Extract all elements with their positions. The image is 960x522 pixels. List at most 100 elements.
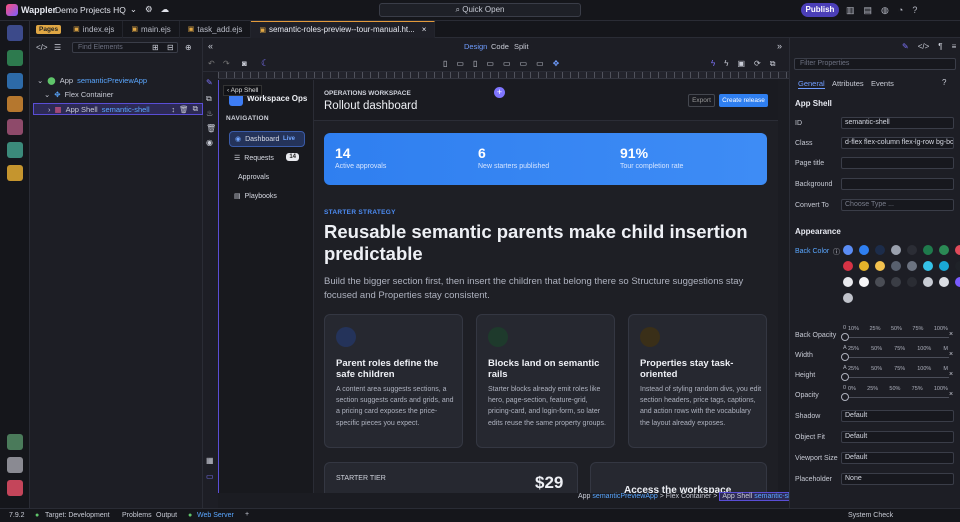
filter-properties-input[interactable]: Filter Properties xyxy=(794,58,956,70)
edit-icon[interactable]: ✎ xyxy=(902,42,909,51)
quick-open-button[interactable]: ⌕ Quick Open xyxy=(379,3,581,17)
viewport-size-select[interactable]: Default xyxy=(841,452,954,464)
design-icon[interactable] xyxy=(7,119,23,135)
tab-attributes[interactable]: Attributes xyxy=(832,79,864,88)
placeholder-select[interactable]: None xyxy=(841,473,954,485)
layout-icon[interactable]: ▥ xyxy=(846,5,855,16)
close-icon[interactable]: × xyxy=(949,351,953,358)
breadcrumb-app[interactable]: App xyxy=(578,493,590,500)
cloud-icon[interactable]: ☁ xyxy=(161,4,170,15)
nav-item-requests[interactable]: ☰ Requests 14 xyxy=(229,150,305,166)
color-swatch[interactable] xyxy=(843,277,853,287)
color-swatch[interactable] xyxy=(939,245,949,255)
project-selector[interactable]: Demo Projects HQ ⌄ ⚙ ☁ xyxy=(55,4,169,15)
slider-knob[interactable] xyxy=(841,393,849,401)
color-swatch[interactable] xyxy=(891,245,901,255)
color-swatch[interactable] xyxy=(923,245,933,255)
output-button[interactable]: Output xyxy=(156,512,177,519)
drop-icon[interactable]: ◍ xyxy=(881,5,889,16)
color-swatch[interactable] xyxy=(843,293,853,303)
tab-index[interactable]: ▣ index.ejs xyxy=(65,20,124,38)
settings-icon[interactable] xyxy=(7,457,23,473)
color-swatch[interactable] xyxy=(843,261,853,271)
object-fit-select[interactable]: Default xyxy=(841,431,954,443)
width-slider[interactable] xyxy=(841,353,949,361)
slider-knob[interactable] xyxy=(841,353,849,361)
pages-icon[interactable] xyxy=(7,25,23,41)
code-view-icon[interactable]: ▣ xyxy=(737,59,745,69)
code-icon[interactable]: </> xyxy=(36,43,48,52)
back-opacity-slider[interactable] xyxy=(841,333,949,341)
color-swatch[interactable] xyxy=(955,277,960,287)
layers-toggle-icon[interactable]: ☰ xyxy=(54,43,61,52)
color-swatch[interactable] xyxy=(923,277,933,287)
paint-icon[interactable]: ♨ xyxy=(206,109,213,118)
export-button[interactable]: Export xyxy=(688,94,715,107)
nav-item-approvals[interactable]: Approvals xyxy=(229,169,305,185)
edit-icon[interactable]: ✎ xyxy=(206,78,213,87)
device-tablet-landscape-icon[interactable]: ▭ xyxy=(486,59,494,68)
device-custom-icon[interactable]: ✥ xyxy=(553,59,560,68)
color-swatch[interactable] xyxy=(955,245,960,255)
close-icon[interactable]: × xyxy=(949,371,953,378)
dark-mode-icon[interactable]: ☾ xyxy=(261,58,269,69)
workflow-icon[interactable] xyxy=(7,50,23,66)
background-field[interactable] xyxy=(841,178,954,190)
copy-icon[interactable]: ⧉ xyxy=(193,104,198,114)
color-swatch[interactable] xyxy=(859,277,869,287)
camera-icon[interactable]: ◙ xyxy=(242,59,247,68)
dataset-icon[interactable]: ≡ xyxy=(952,42,957,51)
color-swatch[interactable] xyxy=(843,245,853,255)
color-swatch[interactable] xyxy=(955,261,960,271)
undo-icon[interactable]: ↶ xyxy=(208,59,215,68)
app-logo[interactable]: Wappler xyxy=(6,4,56,16)
tab-general[interactable]: General xyxy=(798,79,825,89)
color-swatch[interactable] xyxy=(891,277,901,287)
nav-item-dashboard[interactable]: ◉ Dashboard Live xyxy=(229,131,305,147)
id-field[interactable]: semantic-shell xyxy=(841,117,954,129)
book-icon[interactable]: ▤ xyxy=(864,5,873,16)
color-swatch[interactable] xyxy=(939,277,949,287)
color-swatch[interactable] xyxy=(875,261,885,271)
help-icon[interactable]: ? xyxy=(912,5,917,16)
publish-button[interactable]: Publish xyxy=(801,3,839,17)
color-swatch[interactable] xyxy=(859,261,869,271)
panel-icon[interactable]: ▭ xyxy=(206,472,214,481)
hierarchy-icon[interactable]: ⊕ xyxy=(185,43,192,52)
eye-icon[interactable]: ◉ xyxy=(206,138,213,147)
bell-icon[interactable]: ◔ xyxy=(898,5,903,16)
nav-item-playbooks[interactable]: ▤ Playbooks xyxy=(229,188,305,204)
breadcrumb-flex[interactable]: Flex Container xyxy=(666,493,712,500)
color-swatch[interactable] xyxy=(891,261,901,271)
tab-task-add[interactable]: ▣ task_add.ejs xyxy=(180,20,252,38)
shadow-select[interactable]: Default xyxy=(841,410,954,422)
color-swatch[interactable] xyxy=(907,245,917,255)
problems-button[interactable]: Problems xyxy=(122,512,152,519)
robot-icon[interactable] xyxy=(7,165,23,181)
copy-style-icon[interactable]: ⧉ xyxy=(206,94,212,104)
tab-events[interactable]: Events xyxy=(871,79,894,88)
color-swatch[interactable] xyxy=(875,277,885,287)
device-phone-icon[interactable]: ▯ xyxy=(443,59,447,68)
color-swatch[interactable] xyxy=(875,245,885,255)
create-release-button[interactable]: Create release xyxy=(719,94,768,107)
class-field[interactable]: d-flex flex-column flex-lg-row bg-bo xyxy=(841,137,954,149)
convert-to-select[interactable]: Choose Type ... xyxy=(841,199,954,211)
account-icon[interactable] xyxy=(7,480,23,496)
slider-knob[interactable] xyxy=(841,373,849,381)
color-swatch[interactable] xyxy=(859,245,869,255)
extensions-icon[interactable] xyxy=(7,434,23,450)
code-icon[interactable]: </> xyxy=(918,42,930,51)
breadcrumb-shell[interactable]: App Shell xyxy=(722,493,752,500)
mode-design[interactable]: Design xyxy=(464,42,487,51)
mode-code[interactable]: Code xyxy=(491,42,509,51)
tab-main[interactable]: ▣ main.ejs xyxy=(123,20,180,38)
database-icon[interactable] xyxy=(7,73,23,89)
gear-icon[interactable]: ⚙ xyxy=(145,4,153,15)
refresh-icon[interactable]: ⟳ xyxy=(754,59,761,69)
help-icon[interactable]: ? xyxy=(942,78,946,87)
tree-item-app-shell[interactable]: › ▦ App Shell semantic-shell ↕ 🗑 ⧉ xyxy=(33,103,203,115)
device-desktop-icon[interactable]: ▭ xyxy=(520,59,528,68)
lightning-icon[interactable]: ϟ xyxy=(724,59,728,69)
color-swatch[interactable] xyxy=(907,277,917,287)
